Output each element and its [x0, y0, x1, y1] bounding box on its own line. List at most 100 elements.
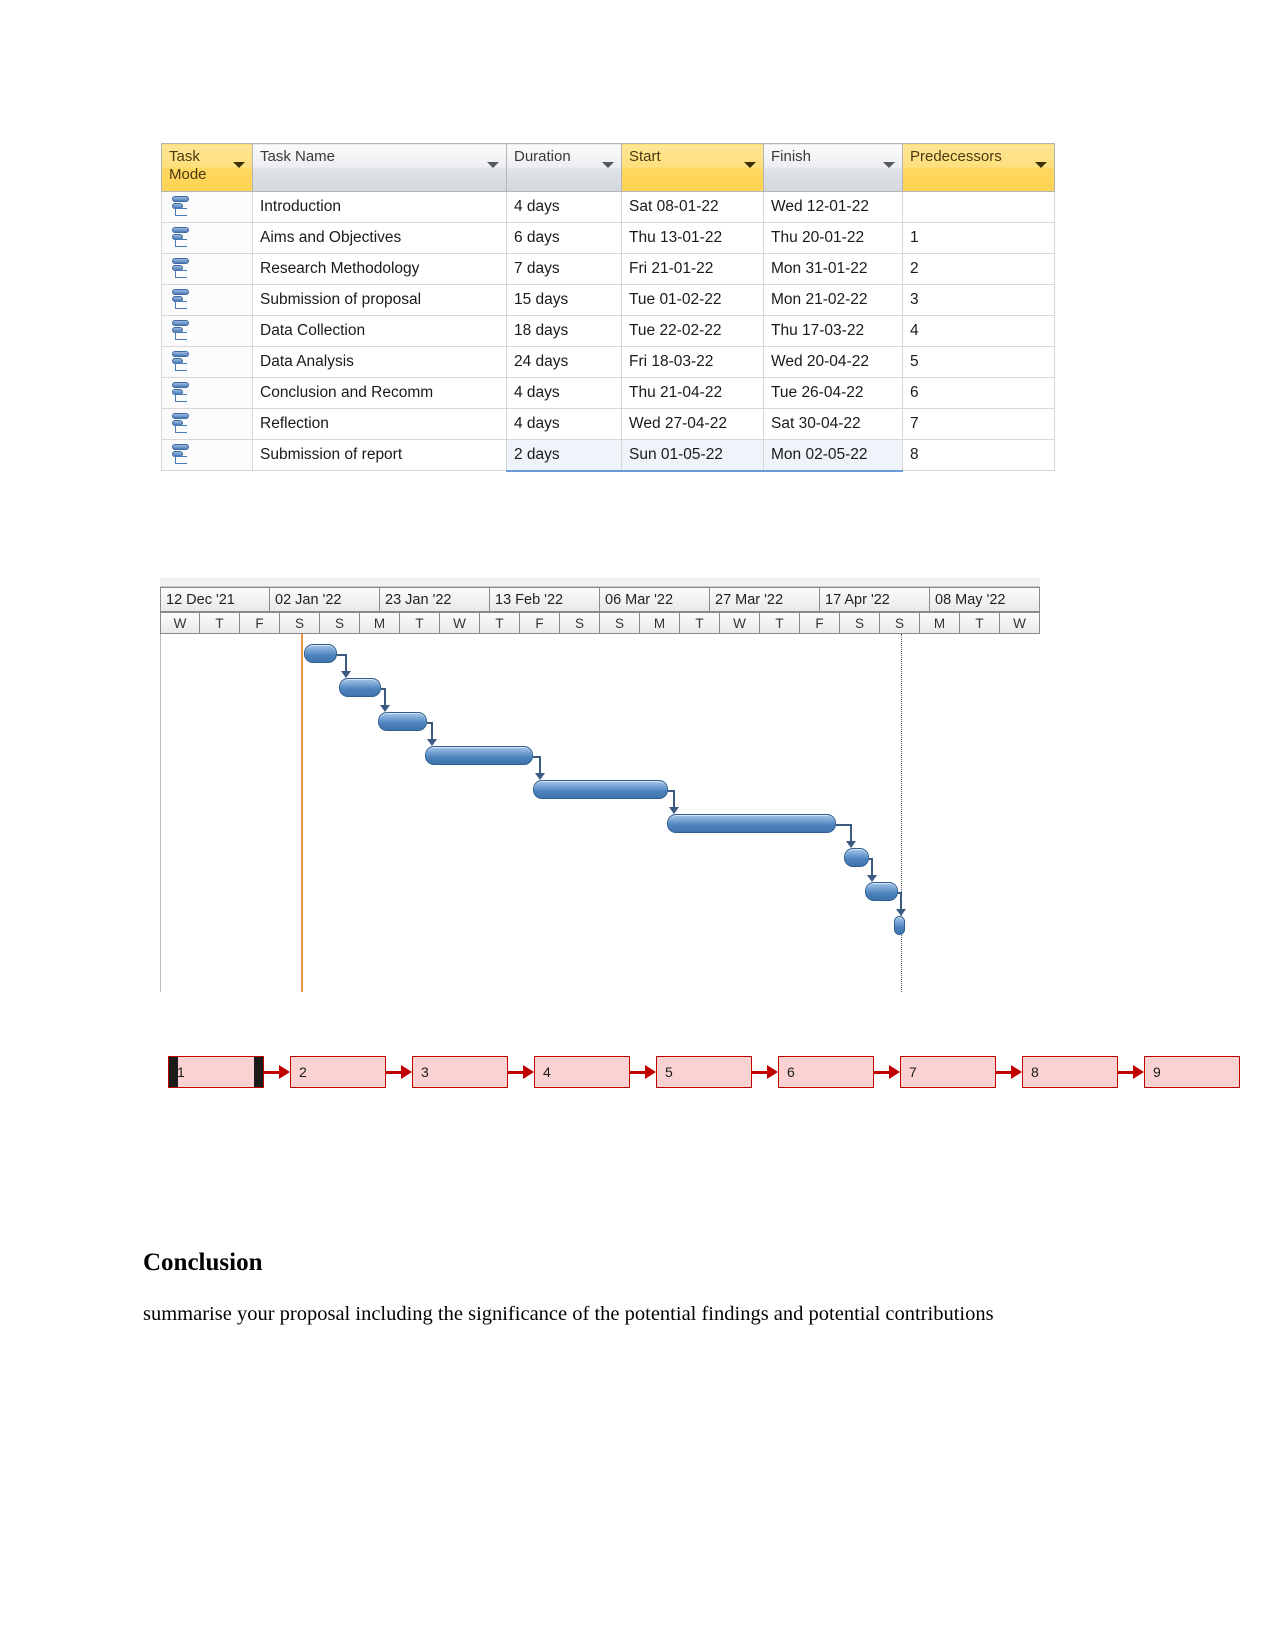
column-header-task-name[interactable]: Task Name: [252, 143, 507, 192]
network-node[interactable]: 1: [168, 1056, 264, 1088]
gantt-bar[interactable]: [425, 746, 533, 765]
finish-date-cell[interactable]: Mon 02-05-22: [763, 439, 903, 472]
predecessors-cell[interactable]: [902, 191, 1055, 223]
start-date-cell[interactable]: Tue 01-02-22: [621, 284, 764, 316]
ms-project-task-table[interactable]: Task Mode Task Name Duration Start Finis…: [161, 143, 1055, 472]
start-date-cell[interactable]: Sun 01-05-22: [621, 439, 764, 472]
column-header-task-mode[interactable]: Task Mode: [161, 143, 253, 192]
task-mode-cell[interactable]: [161, 439, 253, 471]
network-node[interactable]: 7: [900, 1056, 996, 1088]
task-name-cell[interactable]: Aims and Objectives: [252, 222, 507, 254]
finish-date-cell[interactable]: Wed 12-01-22: [763, 191, 903, 223]
network-node[interactable]: 2: [290, 1056, 386, 1088]
network-node[interactable]: 9: [1144, 1056, 1240, 1088]
task-name-cell[interactable]: Introduction: [252, 191, 507, 223]
gantt-chart[interactable]: 12 Dec '21 02 Jan '22 23 Jan '22 13 Feb '22…: [160, 578, 1040, 992]
chevron-down-icon[interactable]: [883, 162, 895, 168]
network-node[interactable]: 4: [534, 1056, 630, 1088]
task-mode-cell[interactable]: [161, 346, 253, 378]
task-mode-cell[interactable]: [161, 222, 253, 254]
column-header-start[interactable]: Start: [621, 143, 764, 192]
table-row[interactable]: Conclusion and Recomm 4 days Thu 21-04-22 T…: [161, 377, 1055, 409]
predecessors-cell[interactable]: 2: [902, 253, 1055, 285]
chevron-down-icon[interactable]: [744, 162, 756, 168]
duration-cell[interactable]: 4 days: [506, 408, 622, 440]
table-row[interactable]: Reflection 4 days Wed 27-04-22 Sat 30-04-22…: [161, 408, 1055, 440]
auto-schedule-icon: [172, 351, 202, 373]
duration-cell[interactable]: 18 days: [506, 315, 622, 347]
finish-date-cell[interactable]: Thu 17-03-22: [763, 315, 903, 347]
gantt-bar[interactable]: [378, 712, 427, 731]
task-name-cell[interactable]: Conclusion and Recomm: [252, 377, 507, 409]
gantt-bar[interactable]: [894, 916, 905, 935]
gantt-bar[interactable]: [844, 848, 869, 867]
duration-cell[interactable]: 2 days: [506, 439, 622, 472]
finish-date-cell[interactable]: Thu 20-01-22: [763, 222, 903, 254]
chevron-down-icon[interactable]: [602, 162, 614, 168]
table-row[interactable]: Introduction 4 days Sat 08-01-22 Wed 12-01-…: [161, 191, 1055, 223]
duration-cell[interactable]: 6 days: [506, 222, 622, 254]
task-mode-cell[interactable]: [161, 377, 253, 409]
task-name-cell[interactable]: Data Collection: [252, 315, 507, 347]
gantt-bar[interactable]: [304, 644, 337, 663]
network-node[interactable]: 3: [412, 1056, 508, 1088]
table-row[interactable]: Submission of proposal 15 days Tue 01-02-2…: [161, 284, 1055, 316]
start-date-cell[interactable]: Wed 27-04-22: [621, 408, 764, 440]
column-header-finish[interactable]: Finish: [763, 143, 903, 192]
network-node[interactable]: 6: [778, 1056, 874, 1088]
gantt-bar[interactable]: [667, 814, 836, 833]
table-row[interactable]: Data Analysis 24 days Fri 18-03-22 Wed 20-0…: [161, 346, 1055, 378]
start-date-cell[interactable]: Thu 13-01-22: [621, 222, 764, 254]
network-node[interactable]: 5: [656, 1056, 752, 1088]
gantt-bar[interactable]: [339, 678, 381, 697]
duration-cell[interactable]: 24 days: [506, 346, 622, 378]
predecessors-cell[interactable]: 8: [902, 439, 1055, 471]
start-date-cell[interactable]: Tue 22-02-22: [621, 315, 764, 347]
table-row[interactable]: Aims and Objectives 6 days Thu 13-01-22 Thu…: [161, 222, 1055, 254]
table-row[interactable]: Research Methodology 7 days Fri 21-01-22 Mo…: [161, 253, 1055, 285]
gantt-bar[interactable]: [865, 882, 898, 901]
column-header-predecessors[interactable]: Predecessors: [902, 143, 1055, 192]
task-mode-cell[interactable]: [161, 191, 253, 223]
start-date-cell[interactable]: Sat 08-01-22: [621, 191, 764, 223]
task-name-cell[interactable]: Research Methodology: [252, 253, 507, 285]
predecessors-cell[interactable]: 5: [902, 346, 1055, 378]
task-mode-cell[interactable]: [161, 284, 253, 316]
task-name-cell[interactable]: Submission of proposal: [252, 284, 507, 316]
finish-date-cell[interactable]: Sat 30-04-22: [763, 408, 903, 440]
network-node[interactable]: 8: [1022, 1056, 1118, 1088]
table-row[interactable]: Submission of report 2 days Sun 01-05-22 Mo…: [161, 439, 1055, 472]
gantt-bar[interactable]: [533, 780, 668, 799]
task-mode-cell[interactable]: [161, 408, 253, 440]
gantt-plot-area[interactable]: [160, 634, 1040, 992]
duration-cell[interactable]: 4 days: [506, 377, 622, 409]
task-grid[interactable]: Task Mode Task Name Duration Start Finis…: [161, 143, 1055, 472]
predecessors-cell[interactable]: 7: [902, 408, 1055, 440]
task-mode-cell[interactable]: [161, 315, 253, 347]
dependency-arrow-icon: [669, 807, 679, 814]
finish-date-cell[interactable]: Mon 31-01-22: [763, 253, 903, 285]
finish-date-cell[interactable]: Wed 20-04-22: [763, 346, 903, 378]
chevron-down-icon[interactable]: [1035, 162, 1047, 168]
duration-cell[interactable]: 7 days: [506, 253, 622, 285]
start-date-cell[interactable]: Fri 21-01-22: [621, 253, 764, 285]
predecessors-cell[interactable]: 4: [902, 315, 1055, 347]
predecessors-cell[interactable]: 3: [902, 284, 1055, 316]
task-name-cell[interactable]: Submission of report: [252, 439, 507, 471]
finish-date-cell[interactable]: Mon 21-02-22: [763, 284, 903, 316]
table-row[interactable]: Data Collection 18 days Tue 22-02-22 Thu 17…: [161, 315, 1055, 347]
predecessors-cell[interactable]: 6: [902, 377, 1055, 409]
duration-cell[interactable]: 4 days: [506, 191, 622, 223]
column-header-duration[interactable]: Duration: [506, 143, 622, 192]
start-date-cell[interactable]: Thu 21-04-22: [621, 377, 764, 409]
task-mode-cell[interactable]: [161, 253, 253, 285]
task-name-cell[interactable]: Reflection: [252, 408, 507, 440]
chevron-down-icon[interactable]: [233, 162, 245, 168]
chevron-down-icon[interactable]: [487, 162, 499, 168]
start-date-cell[interactable]: Fri 18-03-22: [621, 346, 764, 378]
finish-date-cell[interactable]: Tue 26-04-22: [763, 377, 903, 409]
network-diagram[interactable]: 1 2 3 4 5 6 7 8 9: [168, 1056, 1268, 1092]
duration-cell[interactable]: 15 days: [506, 284, 622, 316]
predecessors-cell[interactable]: 1: [902, 222, 1055, 254]
task-name-cell[interactable]: Data Analysis: [252, 346, 507, 378]
